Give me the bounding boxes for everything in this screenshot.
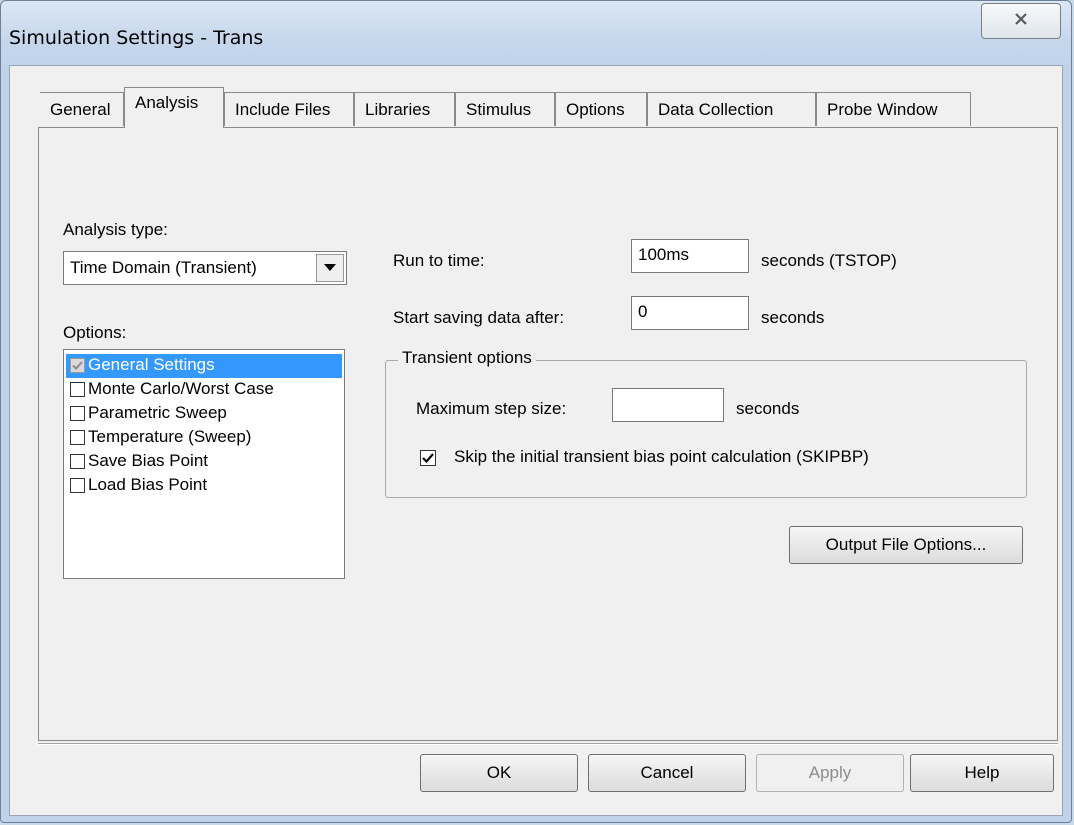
option-label: Parametric Sweep [88,403,227,422]
tab-libraries[interactable]: Libraries [354,92,455,126]
ok-button[interactable]: OK [420,754,578,792]
group-title: Transient options [398,348,536,368]
output-file-options-button[interactable]: Output File Options... [789,526,1023,564]
tab-include-files[interactable]: Include Files [224,92,354,126]
option-temperature-sweep[interactable]: Temperature (Sweep) [66,426,342,450]
simulation-settings-dialog: Simulation Settings - Trans General Anal… [0,0,1072,823]
start-saving-label: Start saving data after: [393,308,565,327]
help-button[interactable]: Help [910,754,1054,792]
run-to-time-input[interactable]: 100ms [631,239,749,273]
skip-bias-checkbox[interactable] [420,450,436,466]
checkbox[interactable] [70,358,85,373]
max-step-label: Maximum step size: [416,399,567,418]
option-label: General Settings [88,355,215,374]
option-label: Temperature (Sweep) [88,427,252,446]
transient-options-group: Transient options Maximum step size: sec… [385,348,1027,498]
close-icon [1013,11,1029,32]
option-label: Monte Carlo/Worst Case [88,379,274,398]
checkbox[interactable] [70,430,85,445]
max-step-input[interactable] [612,388,724,422]
run-to-time-unit: seconds (TSTOP) [761,251,897,270]
dropdown-arrow-button[interactable] [316,254,344,282]
checkbox[interactable] [70,454,85,469]
analysis-type-select[interactable]: Time Domain (Transient) [63,251,347,285]
analysis-type-label: Analysis type: [63,220,168,239]
skip-bias-label[interactable]: Skip the initial transient bias point ca… [454,447,869,467]
option-save-bias-point[interactable]: Save Bias Point [66,450,342,474]
start-saving-unit: seconds [761,308,825,327]
title-bar[interactable]: Simulation Settings - Trans [1,1,1071,63]
cancel-button[interactable]: Cancel [588,754,746,792]
tab-options[interactable]: Options [555,92,647,126]
tab-probe-window[interactable]: Probe Window [816,92,971,126]
checkbox[interactable] [70,382,85,397]
max-step-unit: seconds [736,399,800,418]
tab-analysis[interactable]: Analysis [124,87,224,128]
analysis-type-value: Time Domain (Transient) [70,258,257,277]
dialog-client-area: General Analysis Include Files Libraries… [9,65,1063,816]
window-title: Simulation Settings - Trans [9,27,264,49]
option-label: Save Bias Point [88,451,209,470]
chevron-down-icon [324,259,336,277]
option-label: Load Bias Point [88,475,208,494]
run-to-time-label: Run to time: [393,251,485,270]
tab-general[interactable]: General [40,92,124,126]
option-general-settings[interactable]: General Settings [66,354,342,378]
option-monte-carlo[interactable]: Monte Carlo/Worst Case [66,378,342,402]
option-parametric-sweep[interactable]: Parametric Sweep [66,402,342,426]
tab-stimulus[interactable]: Stimulus [455,92,555,126]
start-saving-input[interactable]: 0 [631,296,749,330]
checkbox[interactable] [70,406,85,421]
checkbox[interactable] [70,478,85,493]
options-list[interactable]: General Settings Monte Carlo/Worst Case … [63,349,345,579]
option-load-bias-point[interactable]: Load Bias Point [66,474,342,498]
tab-data-collection[interactable]: Data Collection [647,92,816,126]
apply-button[interactable]: Apply [756,754,904,792]
close-button[interactable] [981,3,1061,39]
options-label: Options: [63,323,127,342]
button-separator [38,743,1058,745]
analysis-tab-panel: Analysis type: Time Domain (Transient) O… [38,127,1058,741]
